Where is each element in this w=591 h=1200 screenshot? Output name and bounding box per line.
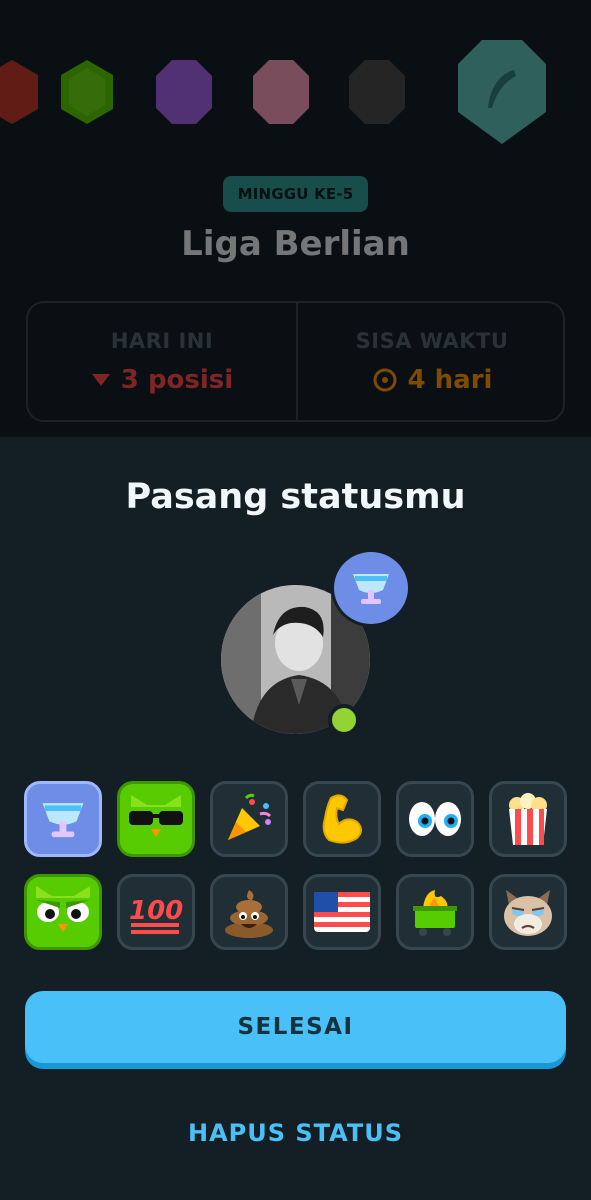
ruby-league-badge bbox=[0, 60, 38, 124]
remaining-value: 4 hari bbox=[298, 365, 566, 395]
status-option-cool-owl[interactable] bbox=[117, 781, 195, 857]
today-value: 3 posisi bbox=[28, 365, 296, 395]
dumpster-fire-icon bbox=[413, 890, 457, 936]
week-badge: MINGGU KE-5 bbox=[223, 176, 368, 212]
league-title: Liga Berlian bbox=[181, 224, 410, 264]
us-flag-icon bbox=[314, 892, 370, 932]
current-status-bubble bbox=[331, 549, 411, 627]
clear-status-button[interactable]: HAPUS STATUS bbox=[0, 1118, 591, 1148]
status-option-flexed-bicep[interactable] bbox=[303, 781, 381, 857]
emerald-league-badge bbox=[61, 60, 113, 124]
grumpy-cat-icon bbox=[504, 890, 552, 936]
status-option-angry-owl[interactable] bbox=[24, 874, 102, 950]
status-option-poop[interactable] bbox=[210, 874, 288, 950]
sheet-title: Pasang statusmu bbox=[125, 477, 466, 517]
league-header: MINGGU KE-5 Liga Berlian HARI INI 3 posi… bbox=[0, 0, 591, 437]
status-option-us-flag[interactable] bbox=[303, 874, 381, 950]
poop-icon bbox=[225, 890, 273, 938]
triangle-down-icon bbox=[91, 374, 110, 386]
status-option-hundred-points[interactable]: 100 bbox=[117, 874, 195, 950]
angry-owl-icon bbox=[28, 880, 98, 944]
today-value-text: 3 posisi bbox=[120, 365, 234, 395]
svg-text:100: 100 bbox=[129, 896, 183, 926]
status-option-trophy[interactable] bbox=[24, 781, 102, 857]
trophy-icon bbox=[42, 803, 84, 838]
status-option-party-popper[interactable] bbox=[210, 781, 288, 857]
remaining-label: SISA WAKTU bbox=[355, 329, 509, 353]
amethyst-league-badge bbox=[156, 60, 212, 124]
diamond-league-badge bbox=[458, 40, 546, 144]
obsidian-league-badge bbox=[349, 60, 405, 124]
status-option-dumpster-fire[interactable] bbox=[396, 874, 474, 950]
league-stats: HARI INI 3 posisi SISA WAKTU 4 hari bbox=[26, 301, 565, 422]
flexed-bicep-icon bbox=[322, 794, 362, 844]
hundred-points-icon: 100 bbox=[129, 896, 183, 934]
remaining-value-text: 4 hari bbox=[407, 365, 493, 395]
trophy-icon bbox=[353, 574, 389, 604]
popcorn-icon bbox=[509, 793, 547, 845]
eyes-icon bbox=[409, 802, 461, 836]
done-button[interactable]: SELESAI bbox=[25, 991, 566, 1063]
status-option-popcorn[interactable] bbox=[489, 781, 567, 857]
status-option-grumpy-cat[interactable] bbox=[489, 874, 567, 950]
online-indicator bbox=[328, 704, 360, 736]
pearl-league-badge bbox=[253, 60, 309, 124]
status-option-eyes[interactable] bbox=[396, 781, 474, 857]
party-popper-icon bbox=[228, 793, 272, 840]
today-label: HARI INI bbox=[110, 329, 214, 353]
stats-divider bbox=[296, 303, 298, 420]
clock-icon bbox=[373, 368, 397, 392]
cool-owl-icon bbox=[121, 787, 191, 851]
